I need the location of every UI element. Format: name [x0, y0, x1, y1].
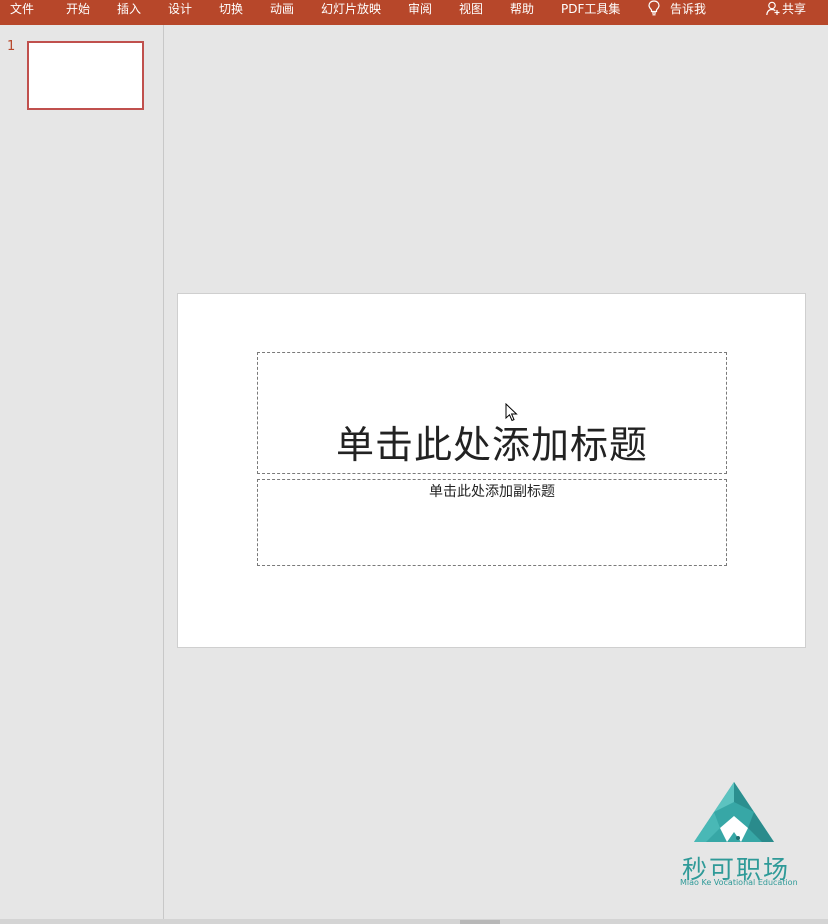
horizontal-scrollbar[interactable]	[460, 920, 500, 924]
tab-file[interactable]: 文件	[10, 0, 34, 25]
tell-me-box[interactable]: 告诉我	[648, 0, 706, 25]
tab-label: 插入	[117, 2, 142, 16]
tab-label: 视图	[459, 2, 484, 16]
watermark-logo: 秒可职场 Miao Ke Vocational Education	[680, 780, 798, 890]
slide-thumbnail[interactable]	[27, 41, 144, 110]
tab-help[interactable]: 帮助	[510, 0, 534, 25]
tab-design[interactable]: 设计	[168, 0, 192, 25]
share-button[interactable]: 共享	[766, 0, 806, 25]
mouse-cursor-icon	[505, 403, 518, 422]
tab-slideshow[interactable]: 幻灯片放映	[321, 0, 381, 25]
tab-label: 设计	[168, 2, 193, 16]
title-placeholder[interactable]: 单击此处添加标题	[257, 352, 727, 474]
tab-label: 帮助	[510, 2, 535, 16]
tab-view[interactable]: 视图	[459, 0, 483, 25]
watermark-tagline: Miao Ke Vocational Education	[680, 878, 798, 887]
tab-label: 开始	[66, 2, 91, 16]
tab-home[interactable]: 开始	[66, 0, 90, 25]
tab-label: 审阅	[408, 2, 433, 16]
tab-animations[interactable]: 动画	[270, 0, 294, 25]
share-label: 共享	[782, 2, 807, 16]
tab-transitions[interactable]: 切换	[219, 0, 243, 25]
tab-label: 文件	[10, 2, 35, 16]
tab-label: 动画	[270, 2, 295, 16]
tab-review[interactable]: 审阅	[408, 0, 432, 25]
subtitle-placeholder-text: 单击此处添加副标题	[429, 484, 555, 500]
status-bar-edge	[0, 919, 828, 924]
subtitle-placeholder[interactable]: 单击此处添加副标题	[257, 479, 727, 566]
slide-thumbnail-pane[interactable]: 1	[0, 25, 164, 919]
title-placeholder-text: 单击此处添加标题	[335, 423, 648, 467]
tab-label: 切换	[219, 2, 244, 16]
tab-pdf-tools[interactable]: PDF工具集	[561, 0, 620, 25]
slide-number: 1	[7, 39, 16, 54]
lightbulb-icon	[648, 0, 660, 16]
tab-label: 幻灯片放映	[321, 2, 382, 16]
tell-me-label: 告诉我	[670, 2, 707, 16]
person-add-icon	[766, 1, 780, 16]
mountain-logo-icon	[694, 782, 774, 842]
ribbon-tab-bar: 文件 开始 插入 设计 切换 动画 幻灯片放映 审阅 视图 帮助 PDF工具集 …	[0, 0, 828, 25]
tab-insert[interactable]: 插入	[117, 0, 141, 25]
tab-label: PDF工具集	[561, 2, 621, 16]
slide-canvas[interactable]: 单击此处添加标题 单击此处添加副标题	[177, 293, 806, 648]
